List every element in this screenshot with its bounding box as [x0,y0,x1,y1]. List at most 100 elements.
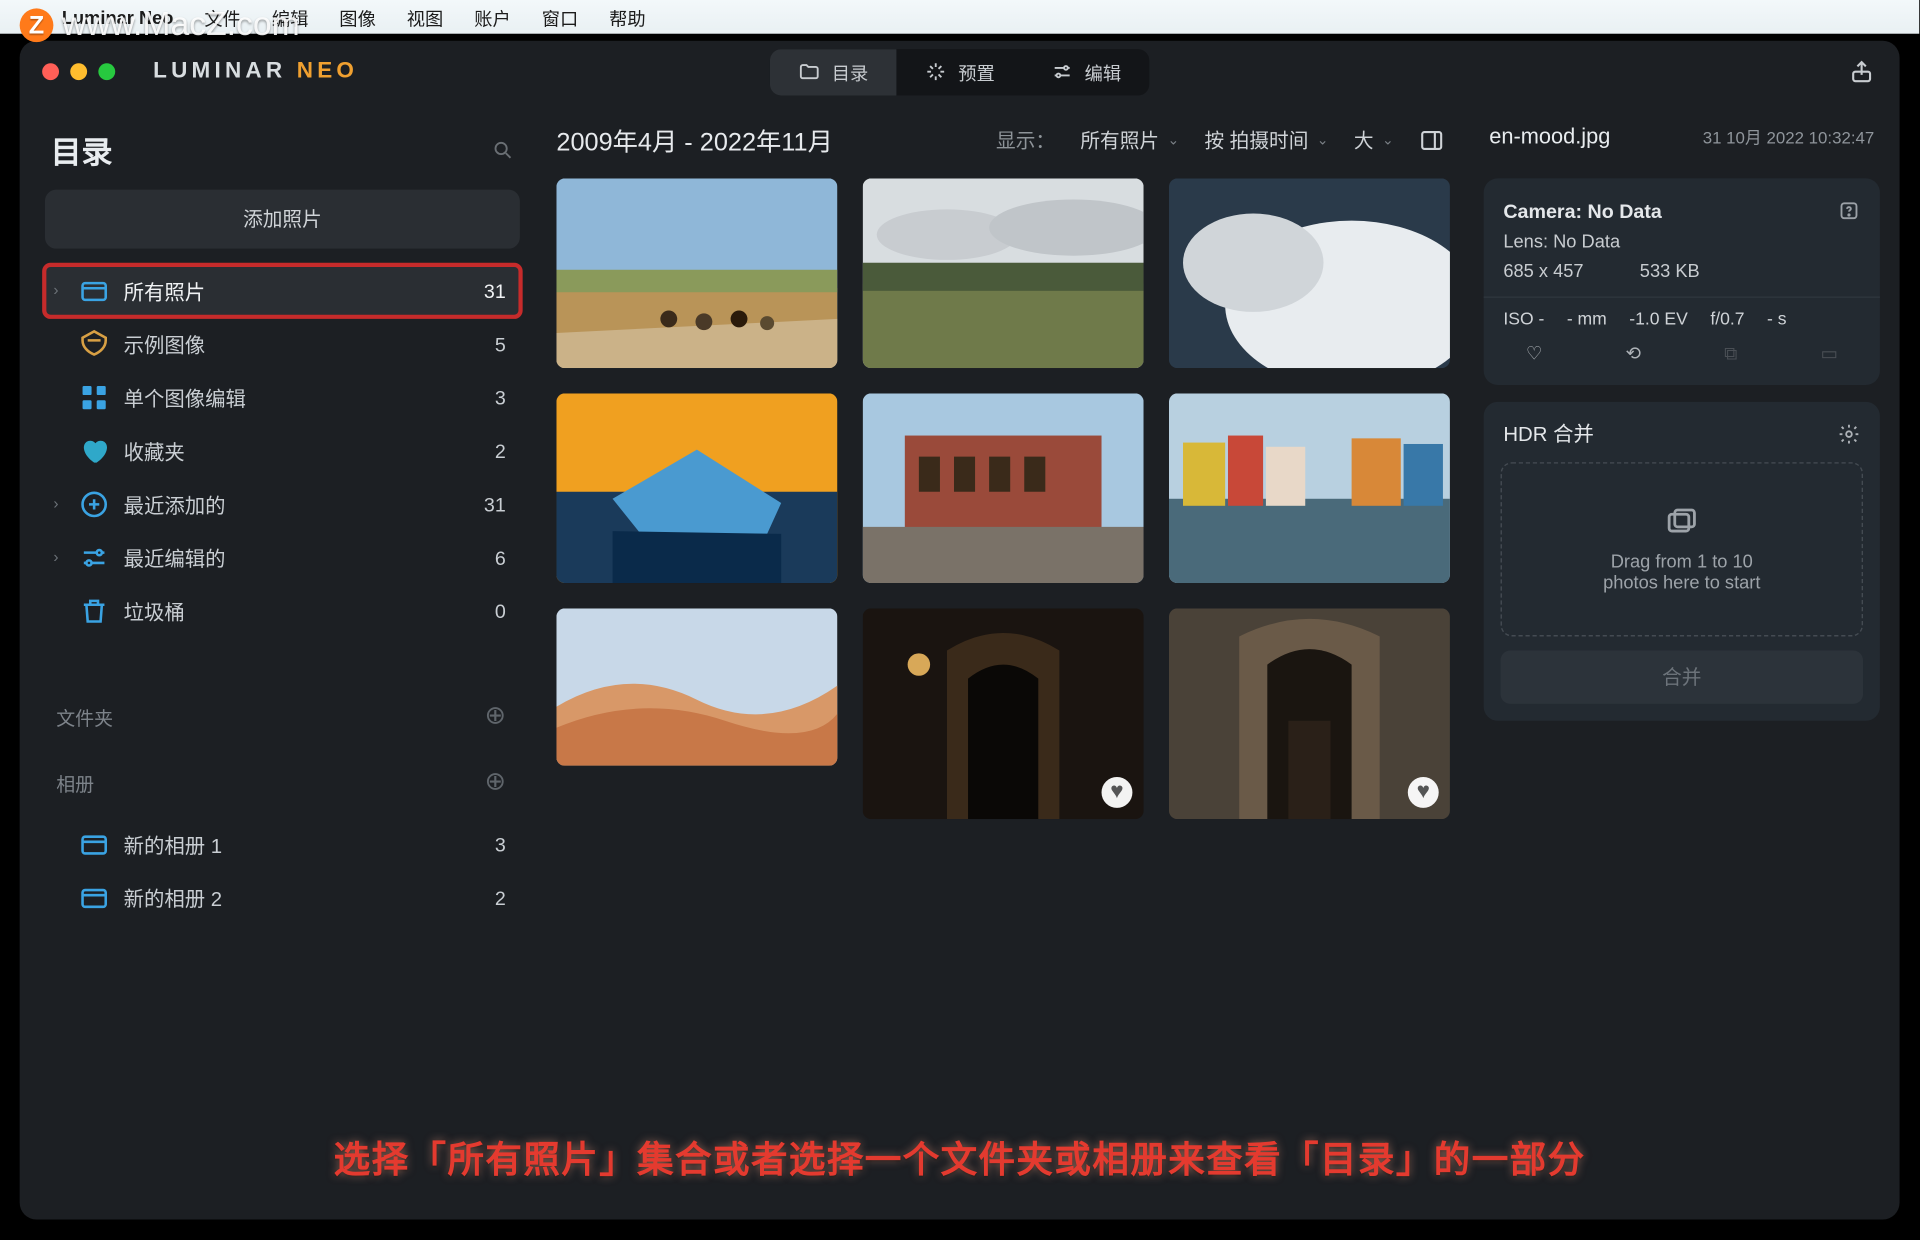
file-date: 31 10月 2022 10:32:47 [1703,125,1875,149]
sidebar-item-count: 0 [495,600,506,622]
menu-view[interactable]: 视图 [407,4,444,31]
mode-segmented-control: 目录 预置 编辑 [770,48,1149,94]
size-dropdown[interactable]: 大⌄ [1354,126,1394,154]
menu-account[interactable]: 账户 [474,4,511,31]
seg-presets[interactable]: 预置 [896,48,1022,94]
date-range: 2009年4月 - 2022年11月 [556,122,832,159]
thumbnail[interactable] [556,608,837,765]
favorite-badge-icon[interactable]: ♥ [1408,777,1439,808]
albums-section-header: 相册 ⊕ [45,753,520,802]
file-name: en-mood.jpg [1489,125,1610,150]
sidebar-album-item[interactable]: 新的相册 1 3 [45,819,520,870]
favorite-icon[interactable]: ♡ [1526,343,1542,365]
watermark: Z www.MacZ.com [20,6,300,45]
sidebar-item-heart[interactable]: › 收藏夹 2 [45,426,520,477]
filter-dropdown[interactable]: 所有照片⌄ [1080,126,1179,154]
hdr-merge-card: HDR 合并 Drag from 1 to 10photos here to s… [1484,402,1880,721]
heart-icon [79,436,110,467]
sidebar-item-label: 单个图像编辑 [124,383,246,413]
info-panel: en-mood.jpg 31 10月 2022 10:32:47 Camera:… [1478,103,1899,1220]
thumbnail-grid: ♥♥ [551,178,1456,819]
seg-catalog[interactable]: 目录 [770,48,896,94]
add-folder-icon[interactable]: ⊕ [485,701,506,731]
sidebar-item-label: 最近添加的 [124,490,226,520]
single-icon [79,382,110,413]
menu-help[interactable]: 帮助 [609,4,646,31]
sidebar-item-all[interactable]: › 所有照片 31 [45,266,520,317]
app-window: LUMINAR NEO 目录 预置 编辑 目录 添加照片 › [20,41,1900,1220]
thumbnail[interactable] [1169,393,1450,583]
menu-window[interactable]: 窗口 [542,4,579,31]
favorite-badge-icon[interactable]: ♥ [1102,777,1133,808]
album-count: 3 [495,833,506,855]
sidebar-item-sample[interactable]: › 示例图像 5 [45,319,520,370]
all-icon [79,275,110,306]
menu-image[interactable]: 图像 [339,4,376,31]
thumbnail[interactable]: ♥ [863,608,1144,819]
sidebar-item-label: 垃圾桶 [124,596,185,626]
thumbnail[interactable] [863,393,1144,583]
sample-icon [79,329,110,360]
camera-label: Camera: No Data [1503,200,1662,222]
sidebar-album-item[interactable]: 新的相册 2 2 [45,873,520,924]
thumbnail[interactable] [556,393,837,583]
seg-edit[interactable]: 编辑 [1023,48,1149,94]
sidebar-item-count: 31 [484,280,506,302]
columns-icon[interactable] [1419,128,1444,153]
sidebar-item-label: 收藏夹 [124,436,185,466]
folders-section-header: 文件夹 ⊕ [45,687,520,736]
copy-icon: ⧉ [1724,343,1737,365]
sidebar: 目录 添加照片 › 所有照片 31› 示例图像 5› 单个图像编辑 3› 收藏夹… [20,103,540,1220]
thumbnail[interactable] [1169,178,1450,368]
albums-label: 相册 [56,768,94,796]
folder-icon [798,60,820,82]
thumbnail[interactable]: ♥ [1169,608,1450,819]
sidebar-item-recent-edit[interactable]: › 最近编辑的 6 [45,532,520,583]
sidebar-item-count: 5 [495,333,506,355]
hdr-drop-zone[interactable]: Drag from 1 to 10photos here to start [1501,462,1863,636]
close-icon[interactable] [42,63,59,80]
sidebar-item-trash[interactable]: › 垃圾桶 0 [45,586,520,637]
window-controls [42,63,115,80]
lens-label: Lens: No Data [1503,226,1860,256]
add-album-icon[interactable]: ⊕ [485,767,506,797]
search-icon[interactable] [492,139,514,161]
sidebar-item-count: 31 [484,493,506,515]
sidebar-item-label: 最近编辑的 [124,543,226,573]
thumbnail[interactable] [556,178,837,368]
seg-edit-label: 编辑 [1085,58,1122,85]
sidebar-item-count: 6 [495,547,506,569]
hdr-title: HDR 合并 [1503,419,1594,449]
sidebar-item-count: 3 [495,386,506,408]
sparkle-icon [924,60,946,82]
thumbnail[interactable] [863,178,1144,368]
sidebar-item-single[interactable]: › 单个图像编辑 3 [45,372,520,423]
dimensions: 685 x 457 [1503,260,1583,281]
album-label: 新的相册 2 [124,883,222,913]
images-icon [1665,506,1699,540]
share-icon[interactable] [1849,59,1874,84]
watermark-logo: Z [20,8,54,42]
merge-button[interactable]: 合并 [1501,651,1863,704]
stack-icon: ▭ [1820,343,1837,365]
zoom-icon[interactable] [98,63,115,80]
gear-icon[interactable] [1838,422,1860,444]
minimize-icon[interactable] [70,63,87,80]
titlebar: LUMINAR NEO 目录 预置 编辑 [20,41,1900,103]
add-photos-button[interactable]: 添加照片 [45,190,520,249]
album-count: 2 [495,887,506,909]
sidebar-item-recent-add[interactable]: › 最近添加的 31 [45,479,520,530]
metadata-card: Camera: No Data Lens: No Data 685 x 457 … [1484,178,1880,385]
seg-presets-label: 预置 [958,58,995,85]
album-icon [79,829,110,860]
main-header: 2009年4月 - 2022年11月 显示： 所有照片⌄ 按 拍摄时间⌄ 大⌄ [551,117,1456,179]
trash-icon [79,596,110,627]
sidebar-item-count: 2 [495,440,506,462]
album-icon [79,882,110,913]
sliders-icon [1051,60,1073,82]
help-icon[interactable] [1838,200,1860,222]
sidebar-albums: 新的相册 1 3 新的相册 2 2 [45,819,520,923]
rotate-icon[interactable]: ⟲ [1625,343,1640,365]
chevron-right-icon: › [53,282,73,299]
sort-dropdown[interactable]: 按 拍摄时间⌄ [1205,126,1329,154]
